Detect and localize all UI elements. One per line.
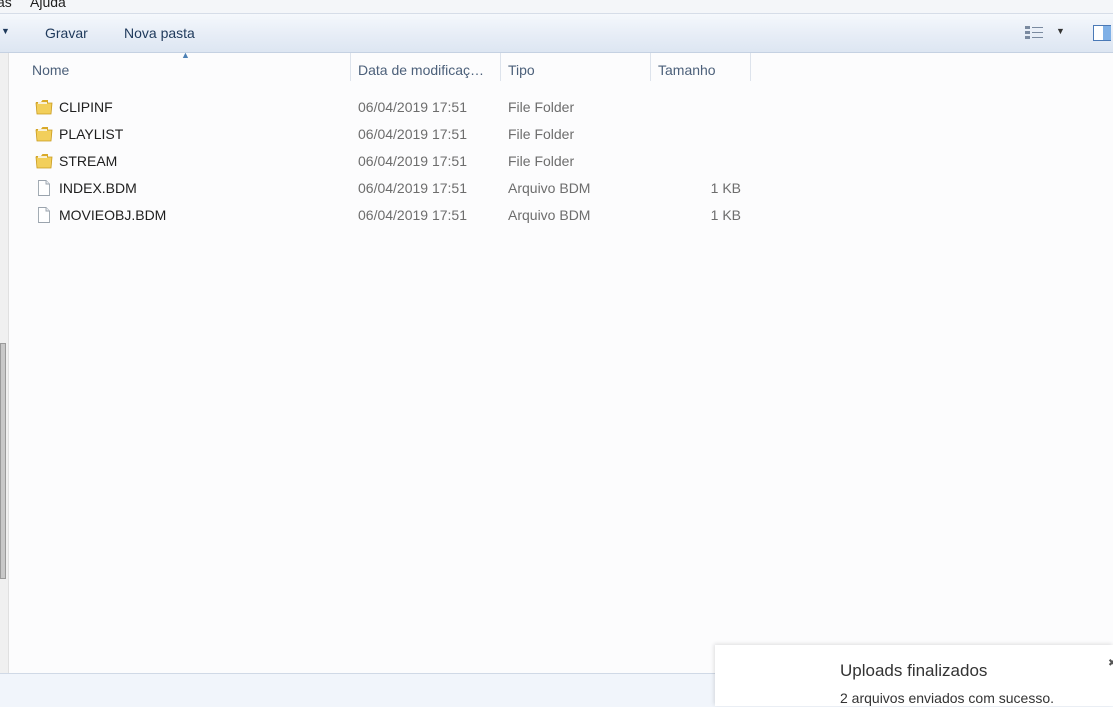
- file-name: CLIPINF: [59, 99, 113, 115]
- column-header-type-label: Tipo: [508, 62, 535, 78]
- column-header-name-label: Nome: [32, 62, 70, 78]
- file-type: Arquivo BDM: [508, 180, 591, 196]
- file-name: STREAM: [59, 153, 118, 169]
- close-icon[interactable]: ✖: [1108, 658, 1113, 669]
- file-size: 1 KB: [710, 207, 741, 223]
- file-name: MOVIEOBJ.BDM: [59, 207, 167, 223]
- upload-notification[interactable]: Uploads finalizados 2 arquivos enviados …: [715, 645, 1113, 706]
- file-date: 06/04/2019 17:51: [358, 126, 467, 142]
- notification-message: 2 arquivos enviados com sucesso.: [840, 690, 1054, 706]
- file-row[interactable]: STREAM 06/04/2019 17:51 File Folder: [30, 148, 750, 175]
- file-name: INDEX.BDM: [59, 180, 137, 196]
- file-row[interactable]: INDEX.BDM 06/04/2019 17:51 Arquivo BDM 1…: [30, 175, 750, 202]
- menu-item-tools[interactable]: as: [0, 0, 12, 10]
- column-header-date[interactable]: Data de modificaç…: [351, 53, 500, 85]
- file-icon: [38, 207, 50, 223]
- navigation-pane-scrollbar[interactable]: [0, 53, 9, 673]
- file-type: File Folder: [508, 126, 575, 142]
- file-date: 06/04/2019 17:51: [358, 180, 467, 196]
- column-header-name[interactable]: Nome: [25, 53, 350, 85]
- column-header-size[interactable]: Tamanho: [651, 53, 750, 85]
- file-type: File Folder: [508, 153, 575, 169]
- file-row[interactable]: MOVIEOBJ.BDM 06/04/2019 17:51 Arquivo BD…: [30, 202, 750, 229]
- file-date: 06/04/2019 17:51: [358, 207, 467, 223]
- column-header-size-label: Tamanho: [658, 62, 716, 78]
- file-type: Arquivo BDM: [508, 207, 591, 223]
- burn-button[interactable]: Gravar: [45, 25, 88, 41]
- file-date: 06/04/2019 17:51: [358, 153, 467, 169]
- toolbar: ▼ Gravar Nova pasta ▼: [0, 14, 1113, 53]
- column-divider[interactable]: [750, 53, 751, 81]
- scrollbar-thumb[interactable]: [0, 343, 6, 579]
- file-icon: [38, 180, 50, 196]
- menu-bar: as Ajuda: [0, 0, 1113, 14]
- folder-icon: [35, 100, 53, 115]
- view-options-icon[interactable]: [1025, 26, 1043, 40]
- file-size: 1 KB: [710, 180, 741, 196]
- file-name: PLAYLIST: [59, 126, 124, 142]
- preview-pane-icon[interactable]: [1093, 25, 1111, 41]
- file-row[interactable]: PLAYLIST 06/04/2019 17:51 File Folder: [30, 121, 750, 148]
- folder-icon: [35, 127, 53, 142]
- new-folder-button[interactable]: Nova pasta: [124, 25, 195, 41]
- file-type: File Folder: [508, 99, 575, 115]
- notification-title: Uploads finalizados: [840, 661, 988, 680]
- menu-item-help[interactable]: Ajuda: [30, 0, 66, 10]
- view-dropdown-icon[interactable]: ▼: [1056, 26, 1065, 36]
- file-row[interactable]: CLIPINF 06/04/2019 17:51 File Folder: [30, 94, 750, 121]
- organize-dropdown-icon[interactable]: ▼: [1, 26, 10, 36]
- column-header-date-label: Data de modificaç…: [358, 62, 485, 78]
- file-date: 06/04/2019 17:51: [358, 99, 467, 115]
- column-header-type[interactable]: Tipo: [501, 53, 650, 85]
- folder-icon: [35, 154, 53, 169]
